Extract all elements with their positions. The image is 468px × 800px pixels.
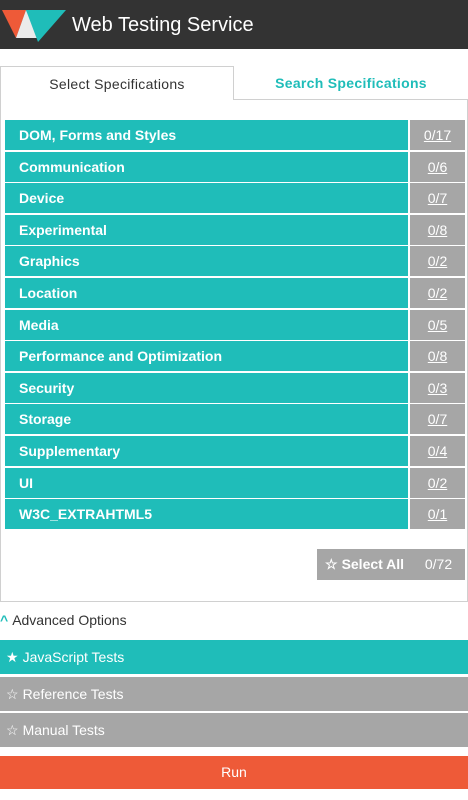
spec-count-link[interactable]: 0/8 xyxy=(410,214,465,245)
spec-row-graphics: Graphics 0/2 xyxy=(5,246,465,278)
spec-count-link[interactable]: 0/7 xyxy=(410,404,465,435)
star-icon: ☆ xyxy=(6,722,19,738)
test-type-label: JavaScript Tests xyxy=(22,649,125,665)
advanced-options-label: Advanced Options xyxy=(12,612,127,628)
spec-row-security: Security 0/3 xyxy=(5,372,465,405)
spec-row-communication: Communication 0/6 xyxy=(5,151,465,184)
spec-count-link[interactable]: 0/1 xyxy=(410,499,465,530)
spec-name[interactable]: Supplementary xyxy=(5,435,408,466)
spec-count-link[interactable]: 0/17 xyxy=(410,120,465,150)
select-all-button[interactable]: ☆ Select All xyxy=(317,549,412,580)
manual-tests-toggle[interactable]: ☆ Manual Tests xyxy=(0,713,468,747)
star-icon: ☆ xyxy=(6,686,19,702)
tab-select-specifications[interactable]: Select Specifications xyxy=(0,66,234,101)
star-icon: ★ xyxy=(6,649,19,665)
spec-count-link[interactable]: 0/2 xyxy=(410,467,465,498)
spec-count-link[interactable]: 0/7 xyxy=(410,183,465,214)
spec-name[interactable]: Graphics xyxy=(5,246,408,277)
spec-name[interactable]: UI xyxy=(5,467,408,498)
spec-name[interactable]: Performance and Optimization xyxy=(5,341,408,372)
spec-row-location: Location 0/2 xyxy=(5,277,465,310)
spec-name[interactable]: Communication xyxy=(5,151,408,182)
spec-name[interactable]: Storage xyxy=(5,404,408,435)
spec-tabs: Select Specifications Search Specificati… xyxy=(0,66,468,101)
app-header: Web Testing Service xyxy=(0,0,468,49)
javascript-tests-toggle[interactable]: ★ JavaScript Tests xyxy=(0,640,468,674)
spec-count-link[interactable]: 0/5 xyxy=(410,309,465,340)
spec-row-ui: UI 0/2 xyxy=(5,467,465,500)
star-icon: ☆ xyxy=(325,556,338,572)
spec-name[interactable]: DOM, Forms and Styles xyxy=(5,120,408,150)
test-type-label: Manual Tests xyxy=(22,722,105,738)
reference-tests-toggle[interactable]: ☆ Reference Tests xyxy=(0,677,468,711)
spec-name[interactable]: W3C_EXTRAHTML5 xyxy=(5,499,408,530)
spec-row-w3c-extrahtml5: W3C_EXTRAHTML5 0/1 xyxy=(5,499,465,531)
spec-count-link[interactable]: 0/4 xyxy=(410,435,465,466)
spec-panel: DOM, Forms and Styles 0/17 Communication… xyxy=(0,100,468,602)
run-button[interactable]: Run xyxy=(0,756,468,789)
spec-row-device: Device 0/7 xyxy=(5,183,465,215)
test-type-label: Reference Tests xyxy=(22,686,124,702)
spec-name[interactable]: Media xyxy=(5,309,408,340)
spec-count-link[interactable]: 0/2 xyxy=(410,277,465,308)
spec-row-performance: Performance and Optimization 0/8 xyxy=(5,341,465,373)
spec-list: DOM, Forms and Styles 0/17 Communication… xyxy=(5,120,465,531)
spec-count-link[interactable]: 0/8 xyxy=(410,341,465,372)
spec-count-link[interactable]: 0/6 xyxy=(410,151,465,182)
tab-search-specifications[interactable]: Search Specifications xyxy=(234,66,468,100)
spec-row-storage: Storage 0/7 xyxy=(5,404,465,436)
spec-name[interactable]: Security xyxy=(5,372,408,403)
spec-count-link[interactable]: 0/2 xyxy=(410,246,465,277)
select-all-label: Select All xyxy=(341,556,405,572)
total-selected-count: 0/72 xyxy=(412,549,465,580)
spec-name[interactable]: Experimental xyxy=(5,214,408,245)
spec-row-media: Media 0/5 xyxy=(5,309,465,342)
spec-row-dom-forms-styles: DOM, Forms and Styles 0/17 xyxy=(5,120,465,152)
app-title: Web Testing Service xyxy=(72,14,254,36)
spec-row-supplementary: Supplementary 0/4 xyxy=(5,435,465,468)
advanced-options-toggle[interactable]: ^ Advanced Options xyxy=(0,612,127,632)
spec-count-link[interactable]: 0/3 xyxy=(410,372,465,403)
wts-logo xyxy=(2,10,66,42)
spec-name[interactable]: Device xyxy=(5,183,408,214)
chevron-up-icon: ^ xyxy=(0,612,9,628)
spec-name[interactable]: Location xyxy=(5,277,408,308)
spec-row-experimental: Experimental 0/8 xyxy=(5,214,465,247)
